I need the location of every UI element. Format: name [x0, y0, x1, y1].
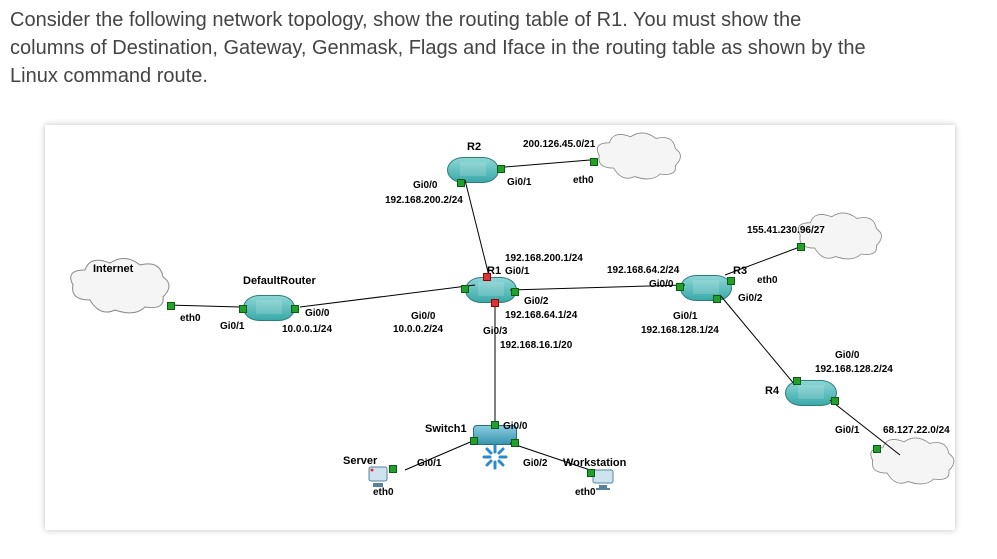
port-dot: [389, 465, 397, 473]
question-text: Consider the following network topology,…: [0, 0, 997, 96]
port-dot: [727, 277, 735, 285]
port-dot: [676, 283, 684, 291]
port-dot: [483, 273, 491, 281]
port-dot: [167, 302, 175, 310]
prompt-line-2: columns of Destination, Gateway, Genmask…: [10, 37, 866, 59]
port-dot: [457, 179, 465, 187]
port-dot: [461, 285, 469, 293]
prompt-line-1: Consider the following network topology,…: [10, 9, 801, 31]
port-dot: [491, 421, 499, 429]
links-layer: [45, 125, 955, 530]
port-dot: [587, 469, 595, 477]
port-dot: [239, 305, 247, 313]
port-dot: [491, 299, 499, 307]
port-dot: [470, 437, 478, 445]
port-dot: [831, 397, 839, 405]
port-dot: [797, 243, 805, 251]
port-dot: [590, 158, 598, 166]
port-dot: [873, 445, 881, 453]
port-dot: [793, 377, 801, 385]
port-dot: [497, 165, 505, 173]
port-dot: [713, 295, 721, 303]
topology-diagram: Internet eth0 DefaultRouter Gi0/1 Gi0/0 …: [45, 125, 955, 530]
port-dot: [511, 288, 519, 296]
prompt-line-3: Linux command route.: [10, 65, 208, 87]
port-dot: [291, 305, 299, 313]
port-dot: [511, 439, 519, 447]
